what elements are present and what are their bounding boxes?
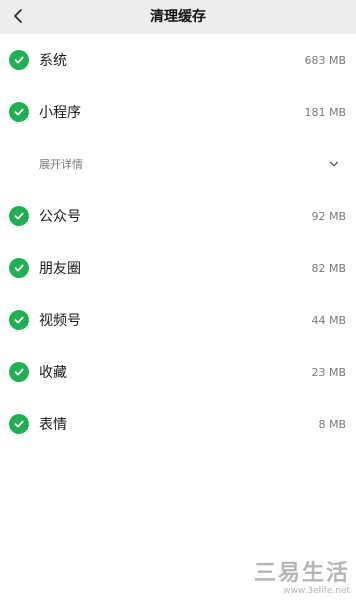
expand-details-row[interactable]: 展开详情 <box>0 138 356 190</box>
checkmark-icon[interactable] <box>9 414 29 434</box>
cache-item-size: 92 MB <box>311 209 346 223</box>
cache-item-label: 系统 <box>39 53 67 69</box>
cache-item-official-accounts[interactable]: 公众号 92 MB <box>0 190 356 242</box>
chevron-down-icon <box>328 158 340 170</box>
cache-item-size: 23 MB <box>311 365 346 379</box>
cache-item-moments[interactable]: 朋友圈 82 MB <box>0 242 356 294</box>
header-bar: 清理缓存 <box>0 0 356 34</box>
cache-item-label: 小程序 <box>39 105 81 121</box>
checkmark-icon[interactable] <box>9 258 29 278</box>
watermark-text: 三易生活 <box>253 561 350 586</box>
watermark: 三易生活 www.3elife.net <box>254 563 350 596</box>
cache-item-size: 82 MB <box>311 261 346 275</box>
cache-item-size: 44 MB <box>311 313 346 327</box>
checkmark-icon[interactable] <box>9 102 29 122</box>
expand-details-label: 展开详情 <box>39 158 83 171</box>
cache-item-size: 181 MB <box>304 105 346 119</box>
cache-item-label: 表情 <box>39 417 67 433</box>
cache-item-size: 683 MB <box>304 53 346 67</box>
cache-item-system[interactable]: 系统 683 MB <box>0 34 356 86</box>
cache-item-mini-programs[interactable]: 小程序 181 MB <box>0 86 356 138</box>
checkmark-icon[interactable] <box>9 50 29 70</box>
cache-item-label: 视频号 <box>39 313 81 329</box>
cache-list: 系统 683 MB 小程序 181 MB 展开详情 公众号 92 MB 朋友圈 … <box>0 34 356 450</box>
cache-item-size: 8 MB <box>318 417 346 431</box>
cache-item-label: 朋友圈 <box>39 261 81 277</box>
checkmark-icon[interactable] <box>9 310 29 330</box>
cache-item-channels[interactable]: 视频号 44 MB <box>0 294 356 346</box>
checkmark-icon[interactable] <box>9 362 29 382</box>
cache-item-favorites[interactable]: 收藏 23 MB <box>0 346 356 398</box>
cache-item-label: 公众号 <box>39 209 81 225</box>
watermark-url: www.3elife.net <box>283 586 350 596</box>
page-title: 清理缓存 <box>150 9 206 25</box>
checkmark-icon[interactable] <box>9 206 29 226</box>
cache-item-stickers[interactable]: 表情 8 MB <box>0 398 356 450</box>
cache-item-label: 收藏 <box>39 365 67 381</box>
